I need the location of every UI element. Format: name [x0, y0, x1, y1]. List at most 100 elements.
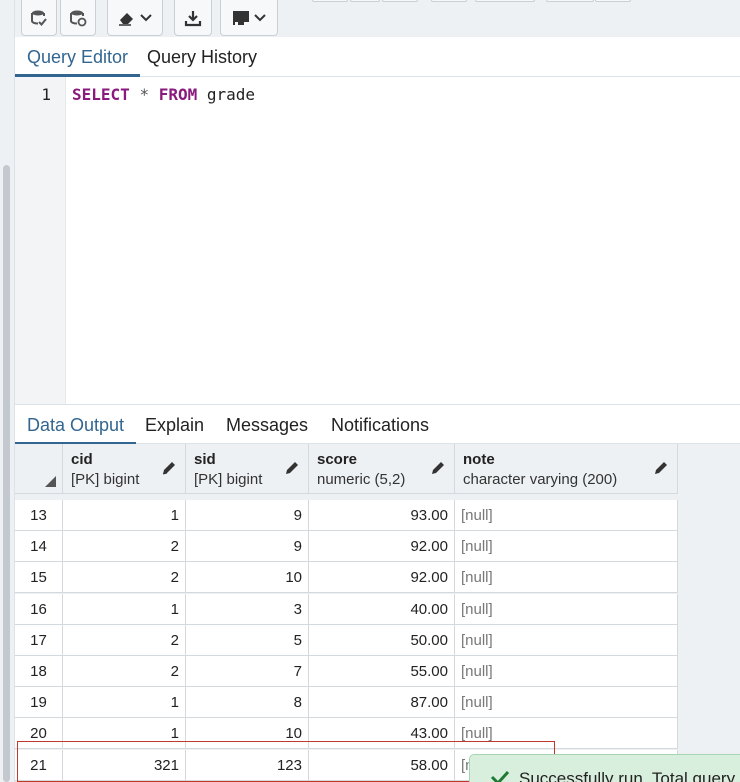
cid-cell[interactable]: 2 — [63, 531, 186, 562]
note-cell[interactable]: [null] — [455, 562, 678, 593]
score-cell[interactable]: 50.00 — [309, 625, 455, 656]
row-number-cell[interactable]: 17 — [15, 625, 63, 656]
column-type: [PK] bigint — [194, 471, 263, 488]
check-icon — [490, 769, 510, 782]
toolbar-button-partial[interactable] — [475, 0, 535, 2]
sid-cell[interactable]: 8 — [186, 687, 309, 718]
tab-notifications[interactable]: Notifications — [319, 405, 441, 445]
sid-cell[interactable]: 123 — [186, 750, 309, 781]
score-cell[interactable]: 58.00 — [309, 750, 455, 781]
star-operator: * — [139, 85, 150, 104]
score-cell[interactable]: 92.00 — [309, 531, 455, 562]
row-number-cell[interactable]: 19 — [15, 687, 63, 718]
row-number-cell[interactable]: 14 — [15, 531, 63, 562]
tab-query-history[interactable]: Query History — [135, 37, 269, 77]
output-tabs: Data Output Explain Messages Notificatio… — [15, 404, 740, 445]
sid-cell[interactable]: 9 — [186, 531, 309, 562]
column-header-score[interactable]: score numeric (5,2) — [309, 444, 455, 494]
score-cell[interactable]: 40.00 — [309, 594, 455, 625]
row-number-cell[interactable]: 15 — [15, 562, 63, 593]
sid-cell[interactable]: 7 — [186, 656, 309, 687]
sid-cell[interactable]: 3 — [186, 594, 309, 625]
vertical-scrollbar[interactable] — [3, 165, 10, 782]
eraser-icon — [117, 9, 139, 27]
clear-dropdown-button[interactable] — [107, 0, 163, 36]
column-type: character varying (200) — [463, 471, 618, 488]
row-number-cell[interactable]: 21 — [15, 750, 63, 781]
macro-icon — [231, 9, 253, 27]
database-refresh-icon — [69, 9, 87, 27]
macros-dropdown-button[interactable] — [220, 0, 278, 36]
row-number-cell[interactable]: 16 — [15, 594, 63, 625]
note-cell[interactable]: [null] — [455, 500, 678, 531]
cid-cell[interactable]: 1 — [63, 594, 186, 625]
tab-data-output[interactable]: Data Output — [15, 405, 137, 445]
pencil-icon[interactable] — [161, 460, 177, 481]
select-all-icon — [45, 476, 56, 487]
cid-cell[interactable]: 1 — [63, 500, 186, 531]
column-type: numeric (5,2) — [317, 471, 406, 488]
cid-cell[interactable]: 2 — [63, 562, 186, 593]
tab-explain[interactable]: Explain — [133, 405, 216, 445]
cid-cell[interactable]: 1 — [63, 687, 186, 718]
toolbar-button-partial[interactable] — [382, 0, 418, 2]
toolbar-button-partial[interactable] — [350, 0, 380, 2]
tab-messages[interactable]: Messages — [214, 405, 320, 445]
toolbar-button-partial[interactable] — [595, 0, 631, 2]
table-identifier: grade — [206, 85, 256, 104]
sql-editor[interactable]: 1 SELECT * FROM grade — [15, 77, 740, 404]
column-name: cid — [71, 451, 93, 468]
pencil-icon[interactable] — [430, 460, 446, 481]
success-toast[interactable]: Successfully run. Total query — [469, 754, 740, 782]
score-cell[interactable]: 93.00 — [309, 500, 455, 531]
left-panel-strip — [0, 0, 15, 782]
score-cell[interactable]: 87.00 — [309, 687, 455, 718]
pencil-icon[interactable] — [284, 460, 300, 481]
database-check-icon — [30, 9, 48, 27]
column-header-cid[interactable]: cid [PK] bigint — [63, 444, 186, 494]
keyword-from: FROM — [158, 85, 198, 104]
column-header-note[interactable]: note character varying (200) — [455, 444, 678, 494]
cid-cell[interactable]: 321 — [63, 750, 186, 781]
note-cell[interactable]: [null] — [455, 656, 678, 687]
cid-cell[interactable]: 2 — [63, 656, 186, 687]
score-cell[interactable]: 43.00 — [309, 718, 455, 749]
note-cell[interactable]: [null] — [455, 594, 678, 625]
column-type: [PK] bigint — [71, 471, 140, 488]
line-number: 1 — [41, 85, 51, 104]
pencil-icon[interactable] — [653, 460, 669, 481]
select-all-corner[interactable] — [15, 444, 63, 494]
note-cell[interactable]: [null] — [455, 687, 678, 718]
query-toolbar — [15, 0, 740, 37]
sid-cell[interactable]: 10 — [186, 562, 309, 593]
note-cell[interactable]: [null] — [455, 531, 678, 562]
sid-cell[interactable]: 10 — [186, 718, 309, 749]
sid-cell[interactable]: 5 — [186, 625, 309, 656]
score-cell[interactable]: 92.00 — [309, 562, 455, 593]
toolbar-button-partial[interactable] — [312, 0, 348, 2]
refresh-button[interactable] — [60, 0, 96, 36]
note-cell[interactable]: [null] — [455, 718, 678, 749]
row-number-cell[interactable]: 18 — [15, 656, 63, 687]
row-number-cell[interactable]: 13 — [15, 500, 63, 531]
cid-cell[interactable]: 1 — [63, 718, 186, 749]
code-line[interactable]: SELECT * FROM grade — [72, 85, 255, 104]
download-icon — [184, 9, 202, 27]
execute-options-button[interactable] — [21, 0, 57, 36]
toast-message: Successfully run. Total query — [519, 769, 736, 782]
column-name: note — [463, 451, 495, 468]
toolbar-button-partial[interactable] — [546, 0, 594, 2]
note-cell[interactable]: [null] — [455, 625, 678, 656]
editor-tabs: Query Editor Query History — [15, 37, 740, 77]
keyword-select: SELECT — [72, 85, 130, 104]
cid-cell[interactable]: 2 — [63, 625, 186, 656]
toolbar-button-partial[interactable] — [431, 0, 467, 2]
chevron-down-icon — [139, 13, 153, 23]
download-button[interactable] — [174, 0, 212, 36]
row-number-cell[interactable]: 20 — [15, 718, 63, 749]
line-gutter: 1 — [15, 77, 66, 404]
sid-cell[interactable]: 9 — [186, 500, 309, 531]
score-cell[interactable]: 55.00 — [309, 656, 455, 687]
column-header-sid[interactable]: sid [PK] bigint — [186, 444, 309, 494]
tab-query-editor[interactable]: Query Editor — [15, 37, 141, 77]
